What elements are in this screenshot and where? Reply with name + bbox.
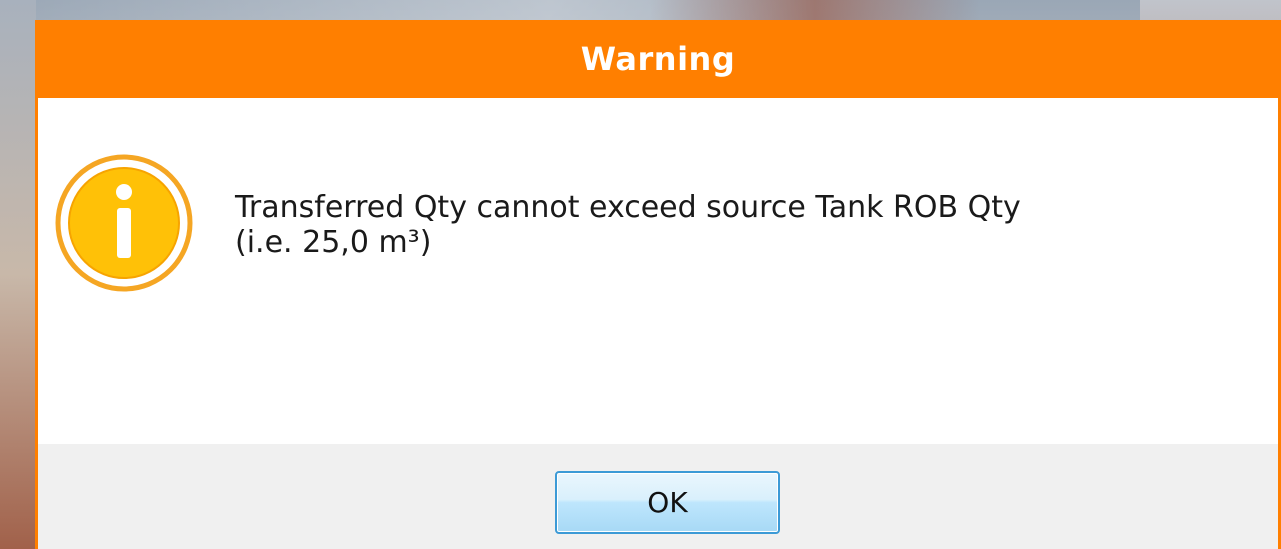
dialog-footer: OK bbox=[38, 444, 1278, 549]
dialog-message: Transferred Qty cannot exceed source Tan… bbox=[235, 190, 1235, 260]
message-line-2: (i.e. 25,0 m³) bbox=[235, 225, 432, 260]
warning-dialog: Warning Transferred Qty cannot exceed so… bbox=[35, 20, 1281, 549]
ok-button[interactable]: OK bbox=[555, 471, 780, 534]
info-icon bbox=[55, 154, 193, 292]
background-top-detail bbox=[650, 0, 980, 20]
dialog-title: Warning bbox=[580, 40, 736, 78]
message-line-1: Transferred Qty cannot exceed source Tan… bbox=[235, 190, 1021, 225]
background-left-edge bbox=[0, 0, 36, 549]
dialog-title-bar[interactable]: Warning bbox=[35, 20, 1281, 98]
dialog-body: Transferred Qty cannot exceed source Tan… bbox=[38, 98, 1278, 444]
